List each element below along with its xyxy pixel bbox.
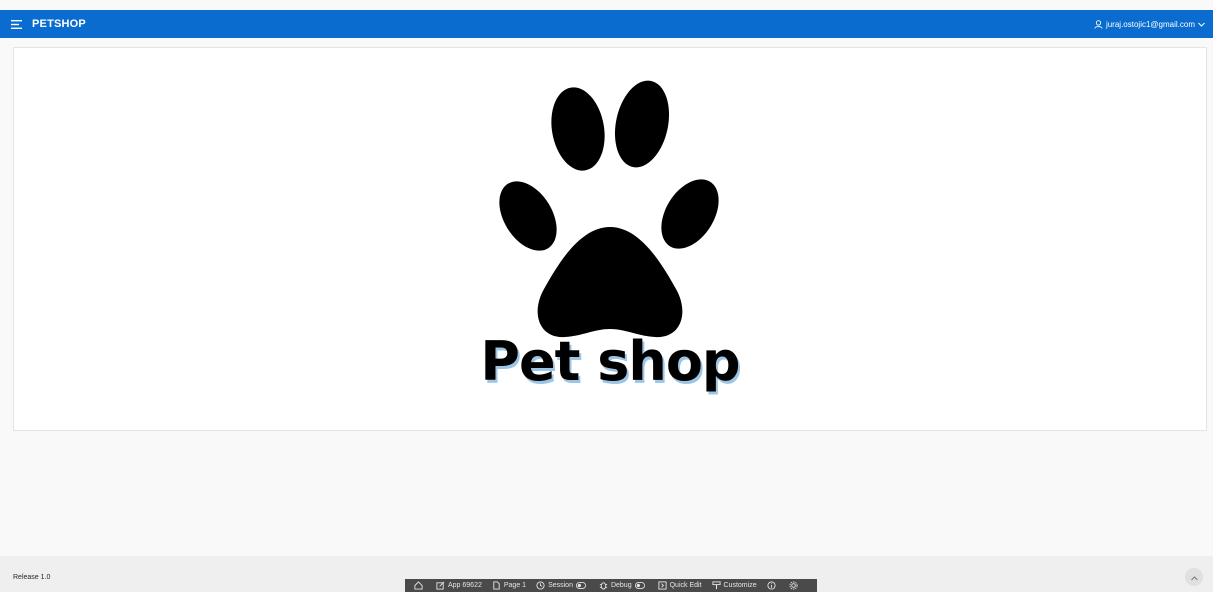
app-title[interactable]: PETSHOP: [32, 18, 86, 30]
page-label: Page 1: [503, 582, 527, 589]
quick-edit-icon: [658, 581, 670, 590]
paint-roller-icon: [711, 581, 724, 590]
user-email: juraj.ostojic1@gmail.com: [1105, 19, 1195, 29]
release-label: Release 1.0: [13, 574, 51, 581]
hero-content: Pet shop: [14, 48, 1206, 430]
chevron-up-icon: [1190, 568, 1198, 586]
home-button[interactable]: [409, 579, 431, 592]
session-label: Session: [548, 582, 573, 589]
customize-label: Customize: [723, 582, 757, 589]
page-button[interactable]: Page 1: [487, 579, 531, 592]
home-icon: [414, 581, 426, 590]
user-menu-button[interactable]: juraj.ostojic1@gmail.com: [1094, 20, 1205, 29]
chevron-down-icon: [1198, 22, 1205, 27]
page-icon: [492, 581, 504, 590]
session-button[interactable]: Session: [531, 579, 594, 592]
quick-edit-button[interactable]: Quick Edit: [653, 579, 707, 592]
customize-button[interactable]: Customize: [707, 579, 762, 592]
user-icon: [1094, 19, 1103, 29]
toggle-icon: [575, 582, 589, 589]
gear-icon: [789, 581, 801, 590]
edit-icon: [436, 581, 448, 590]
settings-button[interactable]: [784, 579, 806, 592]
debug-button[interactable]: Debug: [594, 579, 653, 592]
clock-icon: [536, 581, 548, 590]
top-navigation-bar: PETSHOP juraj.ostojic1@gmail.com: [0, 10, 1213, 38]
debug-label: Debug: [610, 582, 632, 589]
quick-edit-label: Quick Edit: [669, 582, 702, 589]
hero-region: Pet shop: [13, 47, 1207, 431]
info-icon: [767, 581, 779, 590]
hamburger-icon[interactable]: [8, 16, 24, 32]
paw-icon: [499, 80, 719, 338]
developer-toolbar: App 69622 Page 1 Session Debug Quick Edi…: [405, 579, 817, 592]
info-button[interactable]: [762, 579, 784, 592]
scroll-to-top-button[interactable]: [1185, 568, 1203, 586]
app-label: App 69622: [448, 582, 482, 589]
bug-icon: [599, 581, 611, 590]
app-button[interactable]: App 69622: [431, 579, 487, 592]
toggle-icon: [634, 582, 648, 589]
hero-title: Pet shop: [480, 330, 740, 393]
